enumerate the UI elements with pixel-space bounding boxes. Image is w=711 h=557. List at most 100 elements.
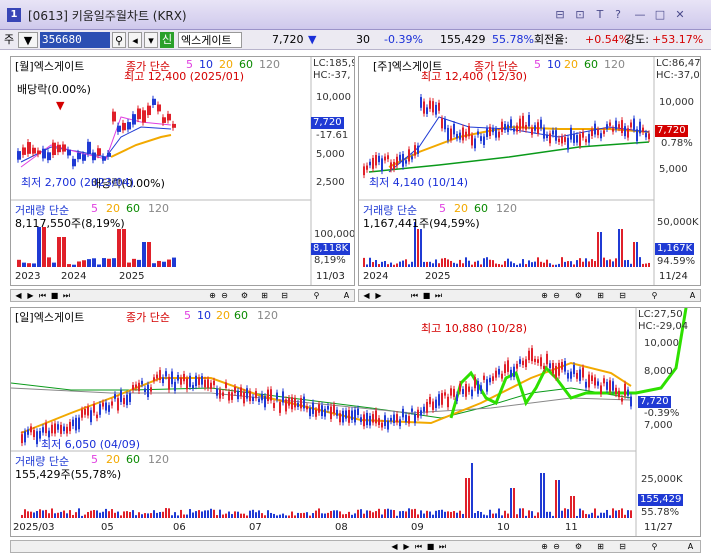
candle <box>456 134 458 139</box>
candle <box>60 424 62 434</box>
volume-bar <box>246 515 248 518</box>
scroll-stop-icon[interactable]: ■ <box>421 290 432 301</box>
scroll-start-icon[interactable]: ⏮ <box>37 290 48 301</box>
scroll-stop-icon[interactable]: ■ <box>49 290 60 301</box>
volume-bar <box>99 512 101 518</box>
scroll-right-icon[interactable]: ▶ <box>373 290 384 301</box>
volume-bar <box>573 496 575 518</box>
scroll-left-icon[interactable]: ◀ <box>13 290 24 301</box>
market-dropdown-icon[interactable]: ▼ <box>18 32 38 48</box>
layout2-icon[interactable]: ⊡ <box>573 8 587 22</box>
candle <box>522 360 524 366</box>
monthly-vol-pct: 8,19% <box>314 255 346 266</box>
scroll-right-icon[interactable]: ▶ <box>401 541 412 552</box>
candle <box>423 406 425 412</box>
market-select[interactable]: 주 <box>4 32 14 48</box>
volume-bar <box>120 515 122 518</box>
volume-bar <box>144 513 146 518</box>
candle <box>444 392 446 396</box>
zoom-in-icon[interactable]: ⊕ <box>539 541 550 552</box>
zoom-out-icon[interactable]: ⊖ <box>219 290 230 301</box>
volume-bar <box>375 260 377 267</box>
weekly-chart-pane[interactable]: [주]엑스게이트 종가 단순 5 10 20 60 120 LC:86,47 H… <box>358 56 701 286</box>
scroll-right-icon[interactable]: ▶ <box>25 290 36 301</box>
text-icon[interactable]: T <box>593 8 607 22</box>
text-size-icon[interactable]: A <box>685 541 696 552</box>
close-icon[interactable]: ✕ <box>673 8 687 22</box>
scroll-left-icon[interactable]: ◀ <box>361 290 372 301</box>
daily-scrollbar[interactable]: ◀ ▶ ⏮ ■ ⏭ ⊕ ⊖ ⚙ ⊞ ⊟ ⚲ A <box>10 540 701 553</box>
search-icon[interactable]: ⚲ <box>112 32 126 48</box>
weekly-vol-ma60: 60 <box>474 202 488 215</box>
candle <box>645 132 647 138</box>
help-icon[interactable]: ? <box>611 8 625 22</box>
candle <box>27 429 29 435</box>
dropdown-icon[interactable]: ▾ <box>144 32 158 48</box>
magnify-icon[interactable]: ⚲ <box>649 290 660 301</box>
monthly-y-5000: 5,000 <box>316 149 345 160</box>
monthly-scrollbar[interactable]: ◀ ▶ ⏮ ■ ⏭ ⊕ ⊖ ⚙ ⊞ ⊟ ⚲ A <box>10 289 355 302</box>
volume-bar <box>222 514 224 518</box>
scroll-start-icon[interactable]: ⏮ <box>409 290 420 301</box>
magnify-icon[interactable]: ⚲ <box>311 290 322 301</box>
weekly-scrollbar[interactable]: ◀ ▶ ⏮ ■ ⏭ ⊕ ⊖ ⚙ ⊞ ⊟ ⚲ A <box>358 289 701 302</box>
candle <box>528 350 530 361</box>
volume-bar <box>396 263 398 267</box>
candle <box>621 398 623 402</box>
speaker-icon[interactable]: ◂ <box>128 32 142 48</box>
candle <box>168 376 170 390</box>
magnify-icon[interactable]: ⚲ <box>649 541 660 552</box>
scroll-end-icon[interactable]: ⏭ <box>433 290 444 301</box>
settings-icon[interactable]: ⚙ <box>573 290 584 301</box>
volume-bar <box>57 512 59 518</box>
scroll-end-icon[interactable]: ⏭ <box>437 541 448 552</box>
candle <box>531 348 533 362</box>
zoom-out-icon[interactable]: ⊖ <box>551 541 562 552</box>
view-icon[interactable]: ⊟ <box>617 541 628 552</box>
grid-icon[interactable]: ⊞ <box>259 290 270 301</box>
settings-icon[interactable]: ⚙ <box>239 290 250 301</box>
candle <box>132 114 136 125</box>
volume-bar <box>234 511 236 518</box>
candle <box>618 390 620 398</box>
candle <box>609 380 611 392</box>
candle <box>564 360 566 372</box>
volume-bar <box>420 510 422 518</box>
text-size-icon[interactable]: A <box>341 290 352 301</box>
zoom-in-icon[interactable]: ⊕ <box>539 290 550 301</box>
view-icon[interactable]: ⊟ <box>279 290 290 301</box>
volume-bar <box>621 229 623 267</box>
minimize-icon[interactable]: — <box>633 8 647 22</box>
daily-chart-pane[interactable]: [일]엑스게이트 종가 단순 5 10 20 60 120 LC:27,50 H… <box>10 307 701 537</box>
volume-bar <box>142 242 146 267</box>
volume-bar <box>591 259 593 267</box>
candle <box>441 393 443 405</box>
volume-bar <box>480 264 482 267</box>
text-size-icon[interactable]: A <box>687 290 698 301</box>
scroll-start-icon[interactable]: ⏮ <box>413 541 424 552</box>
zoom-out-icon[interactable]: ⊖ <box>551 290 562 301</box>
volume-bar <box>152 263 156 267</box>
candle <box>600 133 602 139</box>
volume-bar <box>474 513 476 518</box>
zoom-in-icon[interactable]: ⊕ <box>207 290 218 301</box>
candle <box>107 152 111 157</box>
view-icon[interactable]: ⊟ <box>617 290 628 301</box>
volume-bar <box>147 242 151 267</box>
candle <box>120 390 122 402</box>
scroll-end-icon[interactable]: ⏭ <box>61 290 72 301</box>
settings-icon[interactable]: ⚙ <box>573 541 584 552</box>
stock-code-input[interactable]: 356680 <box>40 32 110 48</box>
price-change: 30 <box>356 33 370 46</box>
layout-icon[interactable]: ⊟ <box>553 8 567 22</box>
grid-icon[interactable]: ⊞ <box>595 541 606 552</box>
stock-name[interactable]: 엑스게이트 <box>178 32 242 48</box>
volume-bar <box>81 515 83 518</box>
scroll-stop-icon[interactable]: ■ <box>425 541 436 552</box>
grid-icon[interactable]: ⊞ <box>595 290 606 301</box>
scroll-left-icon[interactable]: ◀ <box>389 541 400 552</box>
candle <box>117 398 119 411</box>
monthly-chart-pane[interactable]: [월]엑스게이트 종가 단순 5 10 20 60 120 LC:185,9 H… <box>10 56 355 286</box>
volume-bar <box>543 262 545 267</box>
maximize-icon[interactable]: □ <box>653 8 667 22</box>
